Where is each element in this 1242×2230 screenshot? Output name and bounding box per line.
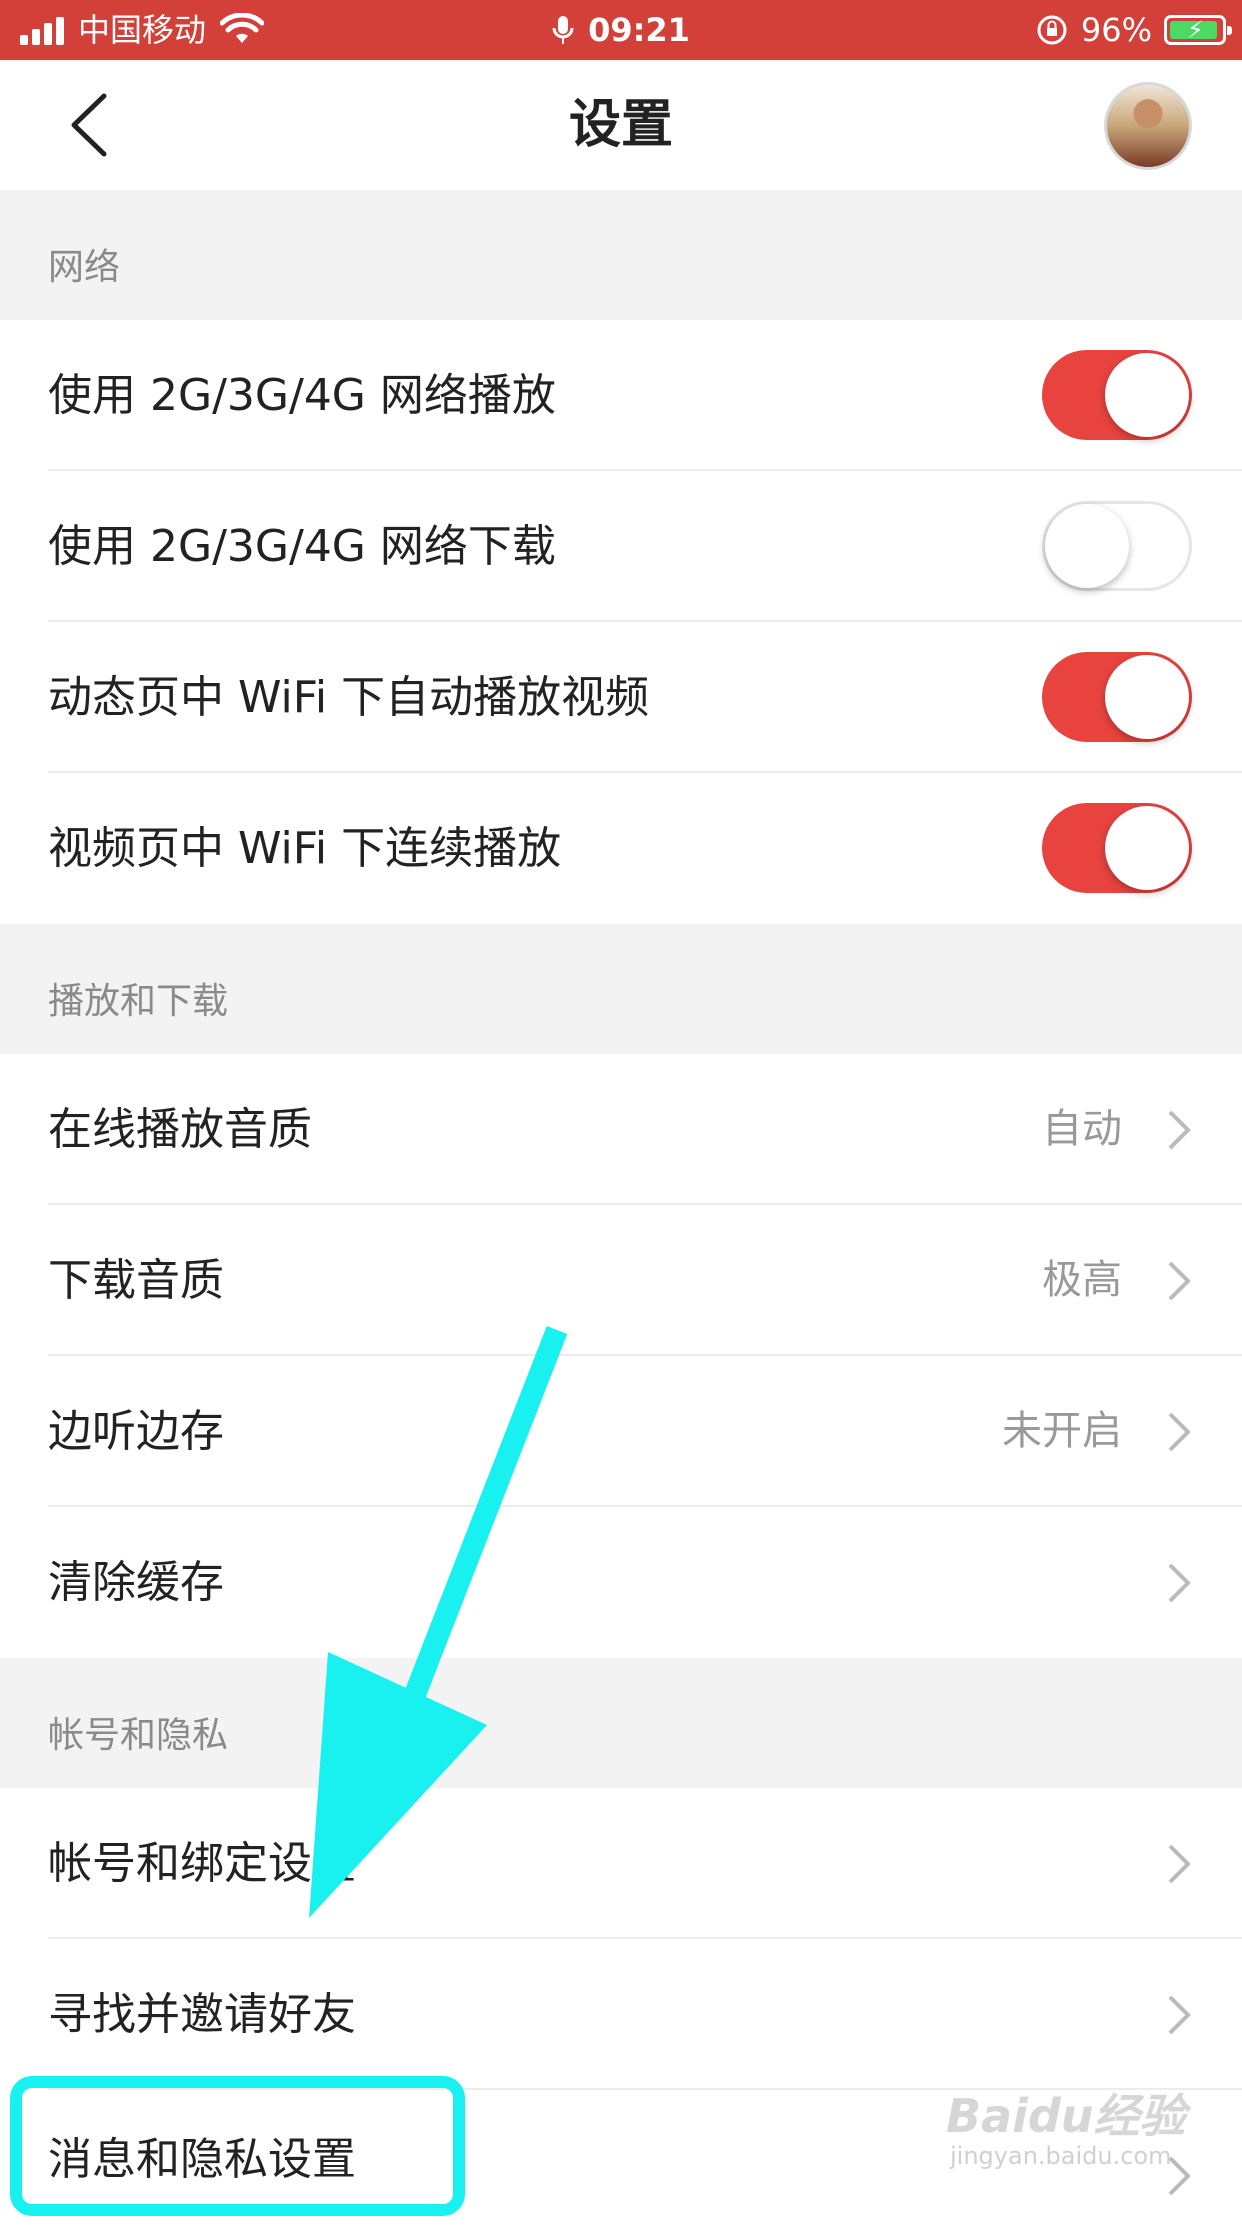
status-bar: 中国移动 09:21 96% ⚡: [0, 0, 1242, 60]
setting-label: 寻找并邀请好友: [48, 1989, 356, 2040]
rotation-lock-icon: [1037, 15, 1067, 45]
setting-label: 边听边存: [48, 1406, 224, 1457]
battery-icon: ⚡: [1164, 15, 1232, 45]
setting-label: 下载音质: [48, 1255, 224, 1306]
setting-label: 视频页中 WiFi 下连续播放: [48, 823, 562, 874]
chevron-right-icon: [1168, 1110, 1191, 1150]
section-header-playback: 播放和下载: [0, 924, 1242, 1054]
setting-row-download-quality[interactable]: 下载音质 极高: [0, 1205, 1242, 1356]
setting-label: 清除缓存: [48, 1557, 224, 1608]
setting-row-network-download: 使用 2G/3G/4G 网络下载: [0, 471, 1242, 622]
chevron-right-icon: [1168, 1844, 1191, 1884]
avatar[interactable]: [1104, 82, 1192, 170]
setting-label: 在线播放音质: [48, 1104, 312, 1155]
chevron-right-icon: [1168, 1412, 1191, 1452]
nav-bar: 设置: [0, 60, 1242, 190]
setting-row-listen-save[interactable]: 边听边存 未开启: [0, 1356, 1242, 1507]
setting-value: 自动: [1042, 1106, 1122, 1152]
chevron-right-icon: [1168, 1261, 1191, 1301]
setting-value: 极高: [1042, 1257, 1122, 1303]
annotation-highlight-box: [10, 2076, 465, 2216]
clock: 09:21: [588, 11, 690, 49]
section-header-account: 帐号和隐私: [0, 1658, 1242, 1788]
section-header-network: 网络: [0, 190, 1242, 320]
setting-row-account-binding[interactable]: 帐号和绑定设置: [0, 1788, 1242, 1939]
setting-label: 帐号和绑定设置: [48, 1838, 356, 1889]
setting-row-clear-cache[interactable]: 清除缓存: [0, 1507, 1242, 1658]
battery-percent: 96%: [1080, 11, 1152, 49]
setting-value: 未开启: [1002, 1408, 1122, 1454]
charging-icon: ⚡: [1187, 16, 1204, 44]
page-title: 设置: [568, 95, 673, 155]
toggle-switch[interactable]: [1042, 652, 1192, 742]
setting-row-feed-autoplay: 动态页中 WiFi 下自动播放视频: [0, 622, 1242, 773]
setting-label: 使用 2G/3G/4G 网络下载: [48, 521, 556, 572]
chevron-right-icon: [1168, 1563, 1191, 1603]
toggle-switch[interactable]: [1042, 350, 1192, 440]
toggle-switch[interactable]: [1042, 803, 1192, 893]
toggle-switch[interactable]: [1042, 501, 1192, 591]
chevron-right-icon: [1168, 1995, 1191, 2035]
setting-row-invite-friends[interactable]: 寻找并邀请好友: [0, 1939, 1242, 2090]
setting-row-online-quality[interactable]: 在线播放音质 自动: [0, 1054, 1242, 1205]
setting-row-network-play: 使用 2G/3G/4G 网络播放: [0, 320, 1242, 471]
setting-row-video-continuous: 视频页中 WiFi 下连续播放: [0, 773, 1242, 924]
baidu-watermark: Baidu经验 jingyan.baidu.com: [946, 2089, 1186, 2170]
setting-label: 使用 2G/3G/4G 网络播放: [48, 370, 556, 421]
setting-label: 动态页中 WiFi 下自动播放视频: [48, 672, 650, 723]
microphone-icon: [552, 16, 574, 44]
